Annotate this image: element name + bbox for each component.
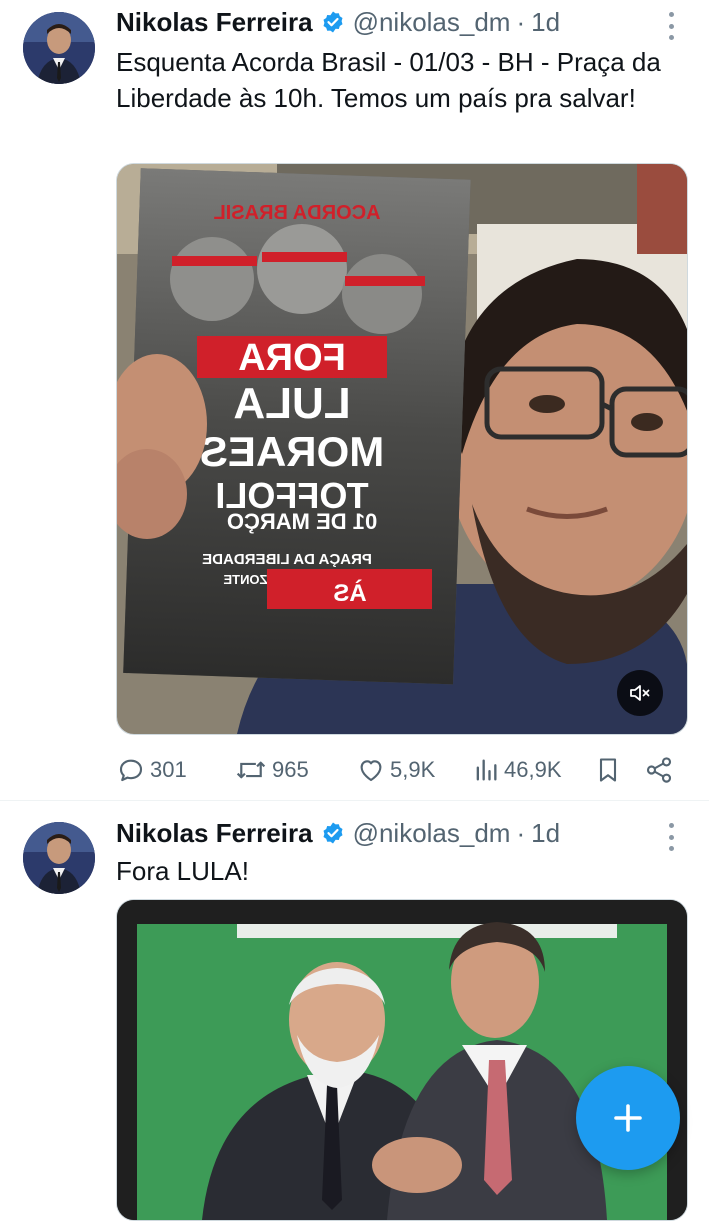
author-name[interactable]: Nikolas Ferreira: [116, 818, 313, 849]
reply-count: 301: [150, 757, 187, 782]
verified-badge-icon: [321, 821, 345, 845]
tweet-text: Esquenta Acorda Brasil - 01/03 - BH - Pr…: [116, 47, 661, 113]
tweet-video[interactable]: ACORDA BRASIL FORA LULA MORAES TOFFOLI 0…: [116, 163, 688, 735]
flyer-fora-text: FORA: [238, 337, 346, 379]
repost-icon: [236, 761, 266, 779]
tweet-actions: 301 965 5,9K 46,9K: [116, 752, 686, 788]
repost-count: 965: [272, 757, 309, 782]
views-button[interactable]: 46,9K: [472, 752, 562, 788]
avatar[interactable]: [23, 822, 95, 894]
like-count: 5,9K: [390, 757, 436, 782]
reply-icon: [119, 759, 143, 782]
bookmark-icon[interactable]: [594, 752, 626, 788]
share-icon[interactable]: [644, 752, 678, 788]
tweet-header: Nikolas Ferreira @nikolas_dm · 1d: [116, 4, 560, 40]
tweet-header: Nikolas Ferreira @nikolas_dm · 1d: [116, 815, 560, 851]
like-button[interactable]: 5,9K: [356, 752, 435, 788]
tweet-photo[interactable]: [116, 899, 688, 1221]
plus-icon: [614, 1104, 642, 1132]
compose-button[interactable]: [576, 1066, 680, 1170]
views-count: 46,9K: [504, 757, 562, 782]
reply-button[interactable]: 301: [116, 752, 187, 788]
author-name[interactable]: Nikolas Ferreira: [116, 7, 313, 38]
volume-muted-icon[interactable]: [617, 670, 663, 716]
tweet-timestamp[interactable]: 1d: [531, 7, 560, 38]
flyer-date-text: 01 DE MARÇO: [227, 509, 377, 534]
views-icon: [476, 759, 497, 781]
flyer-location-text: PRAÇA DA LIBERDADE: [202, 551, 372, 568]
verified-badge-icon: [321, 10, 345, 34]
tweet-text: Fora LULA!: [116, 856, 249, 886]
tweet-timestamp[interactable]: 1d: [531, 818, 560, 849]
separator-dot: ·: [516, 817, 526, 848]
flyer-moraes-text: MORAES: [200, 428, 384, 475]
heart-icon: [360, 760, 382, 782]
author-handle[interactable]: @nikolas_dm: [353, 818, 511, 849]
tweet-video-post[interactable]: Nikolas Ferreira @nikolas_dm · 1d Esquen…: [0, 0, 709, 800]
author-handle[interactable]: @nikolas_dm: [353, 7, 511, 38]
repost-button[interactable]: 965: [234, 752, 309, 788]
flyer-time-text: ÀS: [333, 579, 366, 607]
more-vertical-icon[interactable]: [663, 823, 679, 851]
flyer-lula-text: LULA: [233, 379, 350, 428]
avatar[interactable]: [23, 12, 95, 84]
flyer-header-text: ACORDA BRASIL: [213, 202, 380, 224]
separator-dot: ·: [516, 6, 526, 37]
more-vertical-icon[interactable]: [663, 12, 679, 40]
